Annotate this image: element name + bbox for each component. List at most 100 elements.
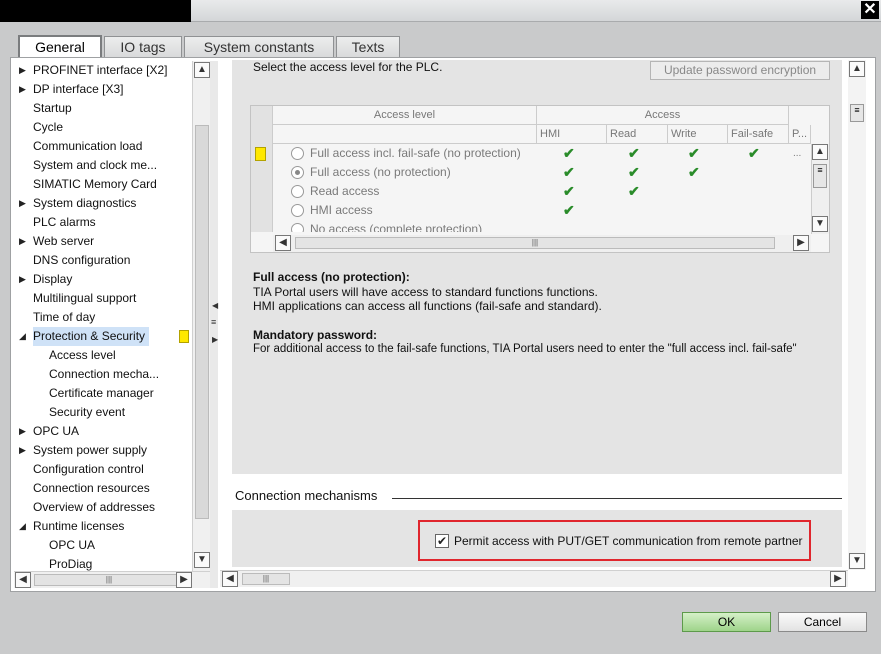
nav-item-label: System and clock me... xyxy=(33,158,158,172)
collapse-arrow-icon[interactable]: ◢ xyxy=(19,517,26,536)
nav-item[interactable]: Security event xyxy=(49,403,125,422)
nav-item-label: Startup xyxy=(33,101,72,115)
nav-item[interactable]: Overview of addresses xyxy=(33,498,155,517)
nav-item[interactable]: SIMATIC Memory Card xyxy=(33,175,157,194)
scroll-right-icon[interactable]: ▶ xyxy=(176,572,192,588)
scroll-down-icon[interactable]: ▼ xyxy=(812,216,828,232)
row-label: HMI access xyxy=(310,203,373,217)
expand-arrow-icon[interactable]: ▶ xyxy=(19,80,26,99)
scroll-thumb[interactable]: ≡ xyxy=(850,104,864,122)
dialog-footer: OK Cancel xyxy=(0,600,881,654)
expand-arrow-icon[interactable]: ▶ xyxy=(19,194,26,213)
radio-hmi[interactable] xyxy=(291,204,304,217)
close-button[interactable]: ✕ xyxy=(861,1,879,19)
collapse-left-icon[interactable]: ◀ xyxy=(212,301,218,310)
nav-item-label: Configuration control xyxy=(33,462,144,476)
nav-item[interactable]: ▶ System power supply xyxy=(19,441,148,460)
tab-general[interactable]: General xyxy=(18,35,102,59)
scroll-thumb[interactable]: ||| xyxy=(34,574,184,586)
expand-arrow-icon[interactable]: ▶ xyxy=(19,232,26,251)
nav-item[interactable]: ▶ Display xyxy=(19,270,72,289)
navigation-tree: ▶ PROFINET interface [X2] ▶ DP interface [X… xyxy=(14,61,192,571)
scroll-left-icon[interactable]: ◀ xyxy=(222,571,238,587)
nav-item[interactable]: Time of day xyxy=(33,308,95,327)
nav-item[interactable]: Cycle xyxy=(33,118,63,137)
nav-item[interactable]: ▶ Web server xyxy=(19,232,95,251)
scroll-thumb[interactable]: ||| xyxy=(295,237,775,249)
nav-item[interactable]: ◢ Runtime licenses xyxy=(19,517,124,536)
nav-item[interactable]: Communication load xyxy=(33,137,142,156)
expand-arrow-icon[interactable]: ▶ xyxy=(19,441,26,460)
settings-horizontal-scrollbar[interactable]: ◀ ||| ▶ xyxy=(220,570,848,587)
scroll-up-icon[interactable]: ▲ xyxy=(849,61,865,77)
access-row-full-failsafe[interactable]: Full access incl. fail-safe (no protecti… xyxy=(273,144,811,163)
radio-full-failsafe[interactable] xyxy=(291,147,304,160)
nav-vertical-scrollbar[interactable]: ▲ ▼ xyxy=(192,61,210,571)
check-icon: ✔ xyxy=(563,145,575,161)
nav-item[interactable]: ▶ PROFINET interface [X2] xyxy=(19,61,168,80)
access-row-none[interactable]: No access (complete protection) xyxy=(273,220,811,232)
tab-texts[interactable]: Texts xyxy=(336,36,400,58)
nav-item[interactable]: ProDiag xyxy=(49,555,92,571)
nav-item[interactable]: Connection resources xyxy=(33,479,150,498)
access-row-read[interactable]: Read access ✔ ✔ xyxy=(273,182,811,201)
permit-put-get-label[interactable]: Permit access with PUT/GET communication… xyxy=(454,534,803,548)
radio-full[interactable] xyxy=(291,166,304,179)
check-icon: ✔ xyxy=(688,164,700,180)
tab-io-tags[interactable]: IO tags xyxy=(104,36,182,58)
scroll-up-icon[interactable]: ▲ xyxy=(812,144,828,160)
expand-arrow-icon[interactable]: ▶ xyxy=(19,61,26,80)
access-row-full[interactable]: Full access (no protection) ✔ ✔ ✔ xyxy=(273,163,811,182)
nav-item[interactable]: ▶ System diagnostics xyxy=(19,194,136,213)
scroll-thumb[interactable] xyxy=(195,125,209,519)
nav-item-label: SIMATIC Memory Card xyxy=(33,177,157,191)
scroll-down-icon[interactable]: ▼ xyxy=(849,553,865,569)
scroll-right-icon[interactable]: ▶ xyxy=(830,571,846,587)
scroll-down-icon[interactable]: ▼ xyxy=(194,552,210,568)
nav-item-label: Web server xyxy=(33,234,95,248)
col-write: Write xyxy=(668,125,728,144)
nav-item-label: System power supply xyxy=(33,443,148,457)
scroll-thumb[interactable]: ||| xyxy=(242,573,290,585)
table-horizontal-scrollbar[interactable]: ◀ ||| ▶ xyxy=(273,235,811,252)
nav-item[interactable]: Certificate manager xyxy=(49,384,154,403)
col-fail-safe: Fail-safe xyxy=(728,125,789,144)
ok-button[interactable]: OK xyxy=(682,612,771,632)
nav-item[interactable]: PLC alarms xyxy=(33,213,96,232)
nav-item[interactable]: Access level xyxy=(49,346,116,365)
update-password-encryption-button[interactable]: Update password encryption xyxy=(650,61,830,80)
table-vertical-scrollbar[interactable]: ▲ ≡ ▼ xyxy=(811,144,829,234)
scroll-left-icon[interactable]: ◀ xyxy=(15,572,31,588)
collapse-arrow-icon[interactable]: ◢ xyxy=(19,327,26,346)
nav-item[interactable]: OPC UA xyxy=(49,536,95,555)
nav-item[interactable]: ▶ OPC UA xyxy=(19,422,80,441)
access-row-hmi[interactable]: HMI access ✔ xyxy=(273,201,811,220)
nav-item[interactable]: DNS configuration xyxy=(33,251,130,270)
check-icon: ✔ xyxy=(688,145,700,161)
scroll-right-icon[interactable]: ▶ xyxy=(793,235,809,251)
scroll-thumb[interactable]: ≡ xyxy=(813,164,827,188)
cancel-button[interactable]: Cancel xyxy=(778,612,867,632)
radio-none[interactable] xyxy=(291,223,304,232)
permit-put-get-checkbox[interactable]: ✔ xyxy=(435,534,449,548)
nav-item[interactable]: ▶ DP interface [X3] xyxy=(19,80,124,99)
nav-item[interactable]: Startup xyxy=(33,99,72,118)
expand-arrow-icon[interactable]: ▶ xyxy=(19,422,26,441)
collapse-right-icon[interactable]: ▶ xyxy=(212,335,218,344)
nav-item[interactable]: System and clock me... xyxy=(33,156,157,175)
expand-arrow-icon[interactable]: ▶ xyxy=(19,270,26,289)
settings-vertical-scrollbar[interactable]: ▲ ≡ ▼ xyxy=(848,60,866,570)
tab-system-constants[interactable]: System constants xyxy=(184,36,334,58)
nav-item[interactable]: ◢ Protection & Security xyxy=(19,327,189,346)
splitter-grip-icon: ≡ xyxy=(211,317,217,327)
pane-splitter[interactable]: ◀ ≡ ▶ xyxy=(210,61,218,588)
radio-read[interactable] xyxy=(291,185,304,198)
scroll-up-icon[interactable]: ▲ xyxy=(194,62,210,78)
nav-item[interactable]: Multilingual support xyxy=(33,289,136,308)
nav-item[interactable]: Connection mecha... xyxy=(49,365,159,384)
nav-item-label: Time of day xyxy=(33,310,96,324)
nav-item[interactable]: Configuration control xyxy=(33,460,144,479)
nav-horizontal-scrollbar[interactable]: ◀ ||| ▶ xyxy=(14,571,210,588)
scroll-left-icon[interactable]: ◀ xyxy=(275,235,291,251)
nav-item-label: OPC UA xyxy=(33,424,80,438)
